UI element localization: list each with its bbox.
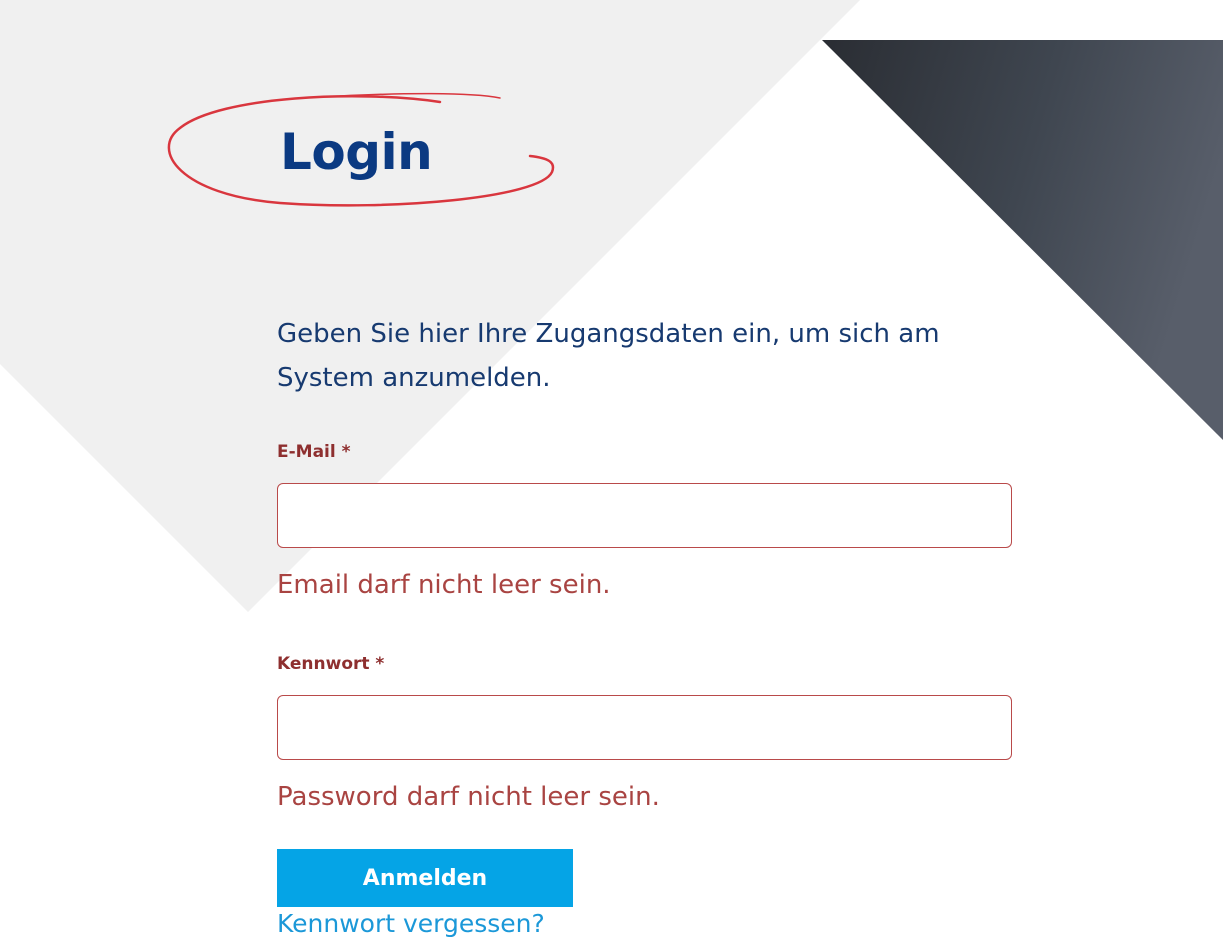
login-button[interactable]: Anmelden	[277, 849, 573, 907]
intro-text: Geben Sie hier Ihre Zugangsdaten ein, um…	[277, 319, 940, 393]
forgot-password-link[interactable]: Kennwort vergessen?	[277, 907, 545, 941]
page-heading: Login	[160, 90, 570, 215]
email-label: E-Mail *	[277, 442, 351, 462]
password-field[interactable]	[277, 695, 1012, 760]
login-page: Login Geben Sie hier Ihre Zugangsdaten e…	[0, 0, 1223, 951]
password-error-message: Password darf nicht leer sein.	[277, 782, 660, 812]
page-title: Login	[280, 123, 433, 181]
email-field[interactable]	[277, 483, 1012, 548]
email-error-message: Email darf nicht leer sein.	[277, 570, 611, 600]
password-label: Kennwort *	[277, 654, 385, 674]
